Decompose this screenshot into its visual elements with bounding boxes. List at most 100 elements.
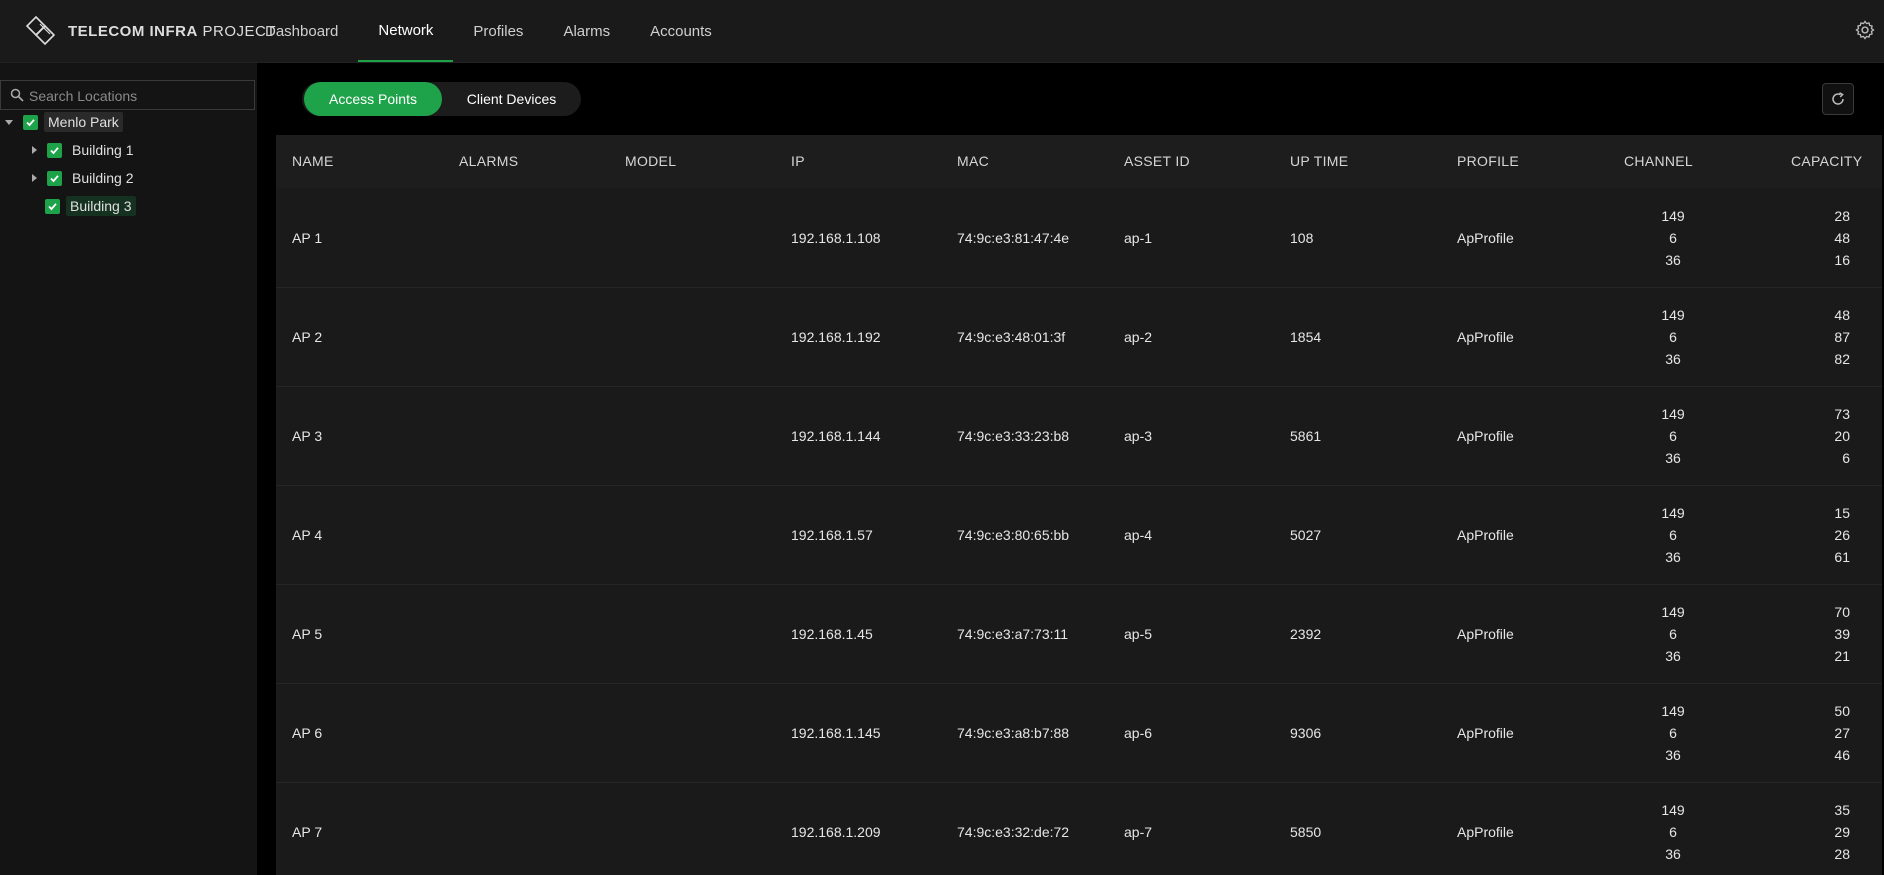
column-header-channel[interactable]: CHANNEL bbox=[1624, 135, 1693, 188]
column-header-profile[interactable]: PROFILE bbox=[1457, 135, 1519, 188]
capacity-value: 87 bbox=[1834, 329, 1850, 345]
table-row[interactable]: AP 1 192.168.1.108 74:9c:e3:81:47:4e ap-1 10… bbox=[276, 189, 1882, 288]
client-devices-tab[interactable]: Client Devices bbox=[444, 82, 579, 116]
cell-name: AP 4 bbox=[292, 527, 323, 543]
cell-name: AP 2 bbox=[292, 329, 323, 345]
channel-value: 149 bbox=[1661, 307, 1685, 323]
capacity-value: 39 bbox=[1834, 626, 1850, 642]
cell-mac: 74:9c:e3:a8:b7:88 bbox=[957, 725, 1070, 741]
tree-item-building-1[interactable]: Building 1 bbox=[30, 139, 138, 161]
capacity-value: 6 bbox=[1842, 450, 1850, 466]
nav-dashboard[interactable]: Dashboard bbox=[245, 0, 358, 62]
caret-right-icon[interactable] bbox=[32, 174, 37, 182]
capacity-value: 48 bbox=[1834, 307, 1850, 323]
cell-profile: ApProfile bbox=[1457, 824, 1514, 840]
column-header-alarms[interactable]: ALARMS bbox=[459, 135, 518, 188]
capacity-value: 61 bbox=[1834, 549, 1850, 565]
gear-icon[interactable] bbox=[1854, 19, 1876, 41]
cell-ip: 192.168.1.145 bbox=[791, 725, 881, 741]
search-input[interactable] bbox=[27, 81, 255, 111]
cell-channel: 149 6 36 bbox=[1656, 684, 1690, 782]
refresh-button[interactable] bbox=[1822, 83, 1854, 115]
cell-mac: 74:9c:e3:80:65:bb bbox=[957, 527, 1070, 543]
nav-profiles[interactable]: Profiles bbox=[453, 0, 543, 62]
nav-network[interactable]: Network bbox=[358, 0, 454, 62]
logo[interactable]: TELECOM INFRA PROJECT bbox=[24, 14, 276, 48]
checkbox-checked-icon[interactable] bbox=[45, 198, 60, 214]
cell-channel: 149 6 36 bbox=[1656, 486, 1690, 584]
channel-value: 149 bbox=[1661, 505, 1685, 521]
channel-value: 6 bbox=[1669, 824, 1677, 840]
capacity-value: 20 bbox=[1834, 428, 1850, 444]
cell-channel: 149 6 36 bbox=[1656, 288, 1690, 386]
column-header-asset-id[interactable]: ASSET ID bbox=[1124, 135, 1190, 188]
channel-value: 6 bbox=[1669, 230, 1677, 246]
cell-profile: ApProfile bbox=[1457, 725, 1514, 741]
channel-value: 36 bbox=[1665, 747, 1681, 763]
cell-profile: ApProfile bbox=[1457, 230, 1514, 246]
channel-value: 6 bbox=[1669, 725, 1677, 741]
channel-value: 36 bbox=[1665, 351, 1681, 367]
capacity-value: 82 bbox=[1834, 351, 1850, 367]
cell-ip: 192.168.1.144 bbox=[791, 428, 881, 444]
channel-value: 6 bbox=[1669, 329, 1677, 345]
checkbox-checked-icon[interactable] bbox=[23, 114, 38, 130]
search-box bbox=[0, 80, 255, 111]
tree-label[interactable]: Building 3 bbox=[66, 196, 136, 216]
cell-capacity: 50 27 46 bbox=[1826, 684, 1850, 782]
nav-alarms[interactable]: Alarms bbox=[543, 0, 630, 62]
cell-name: AP 6 bbox=[292, 725, 323, 741]
column-header-model[interactable]: MODEL bbox=[625, 135, 676, 188]
nav-accounts[interactable]: Accounts bbox=[630, 0, 732, 62]
channel-value: 36 bbox=[1665, 648, 1681, 664]
access-points-table: NAME ALARMS MODEL IP MAC ASSET ID UP TIM… bbox=[276, 135, 1882, 875]
channel-value: 6 bbox=[1669, 626, 1677, 642]
table-row[interactable]: AP 3 192.168.1.144 74:9c:e3:33:23:b8 ap-3 58… bbox=[276, 387, 1882, 486]
column-header-up-time[interactable]: UP TIME bbox=[1290, 135, 1348, 188]
cell-channel: 149 6 36 bbox=[1656, 189, 1690, 287]
caret-down-icon[interactable] bbox=[5, 119, 13, 125]
tree-label[interactable]: Building 2 bbox=[68, 168, 138, 188]
tree-label[interactable]: Building 1 bbox=[68, 140, 138, 160]
tree-label[interactable]: Menlo Park bbox=[44, 112, 123, 132]
cell-channel: 149 6 36 bbox=[1656, 585, 1690, 683]
capacity-value: 70 bbox=[1834, 604, 1850, 620]
cell-name: AP 5 bbox=[292, 626, 323, 642]
refresh-icon bbox=[1832, 92, 1844, 105]
capacity-value: 28 bbox=[1834, 846, 1850, 862]
cell-mac: 74:9c:e3:48:01:3f bbox=[957, 329, 1066, 345]
column-header-name[interactable]: NAME bbox=[292, 135, 334, 188]
cell-channel: 149 6 36 bbox=[1656, 783, 1690, 875]
checkbox-checked-icon[interactable] bbox=[47, 170, 62, 186]
table-row[interactable]: AP 7 192.168.1.209 74:9c:e3:32:de:72 ap-7 58… bbox=[276, 783, 1882, 875]
checkbox-checked-icon[interactable] bbox=[47, 142, 62, 158]
cell-mac: 74:9c:e3:32:de:72 bbox=[957, 824, 1070, 840]
channel-value: 36 bbox=[1665, 549, 1681, 565]
cell-capacity: 15 26 61 bbox=[1826, 486, 1850, 584]
capacity-value: 73 bbox=[1834, 406, 1850, 422]
cell-capacity: 28 48 16 bbox=[1826, 189, 1850, 287]
cell-asset: ap-2 bbox=[1124, 329, 1153, 345]
cell-ip: 192.168.1.209 bbox=[791, 824, 881, 840]
column-header-capacity[interactable]: CAPACITY bbox=[1791, 135, 1862, 188]
cell-capacity: 70 39 21 bbox=[1826, 585, 1850, 683]
tree-item-building-3[interactable]: Building 3 bbox=[45, 195, 136, 217]
column-header-ip[interactable]: IP bbox=[791, 135, 805, 188]
column-header-mac[interactable]: MAC bbox=[957, 135, 989, 188]
tree-item-menlo-park[interactable]: Menlo Park bbox=[5, 111, 123, 133]
view-toggle: Access Points Client Devices bbox=[302, 82, 581, 116]
caret-right-icon[interactable] bbox=[32, 146, 37, 154]
table-row[interactable]: AP 4 192.168.1.57 74:9c:e3:80:65:bb ap-4 502… bbox=[276, 486, 1882, 585]
cell-ip: 192.168.1.108 bbox=[791, 230, 881, 246]
table-row[interactable]: AP 5 192.168.1.45 74:9c:e3:a7:73:11 ap-5 239… bbox=[276, 585, 1882, 684]
cell-channel: 149 6 36 bbox=[1656, 387, 1690, 485]
table-row[interactable]: AP 2 192.168.1.192 74:9c:e3:48:01:3f ap-2 18… bbox=[276, 288, 1882, 387]
tree-item-building-2[interactable]: Building 2 bbox=[30, 167, 138, 189]
access-points-tab[interactable]: Access Points bbox=[304, 82, 442, 116]
capacity-value: 50 bbox=[1834, 703, 1850, 719]
capacity-value: 26 bbox=[1834, 527, 1850, 543]
channel-value: 36 bbox=[1665, 252, 1681, 268]
cell-name: AP 3 bbox=[292, 428, 323, 444]
cell-profile: ApProfile bbox=[1457, 428, 1514, 444]
table-row[interactable]: AP 6 192.168.1.145 74:9c:e3:a8:b7:88 ap-6 93… bbox=[276, 684, 1882, 783]
